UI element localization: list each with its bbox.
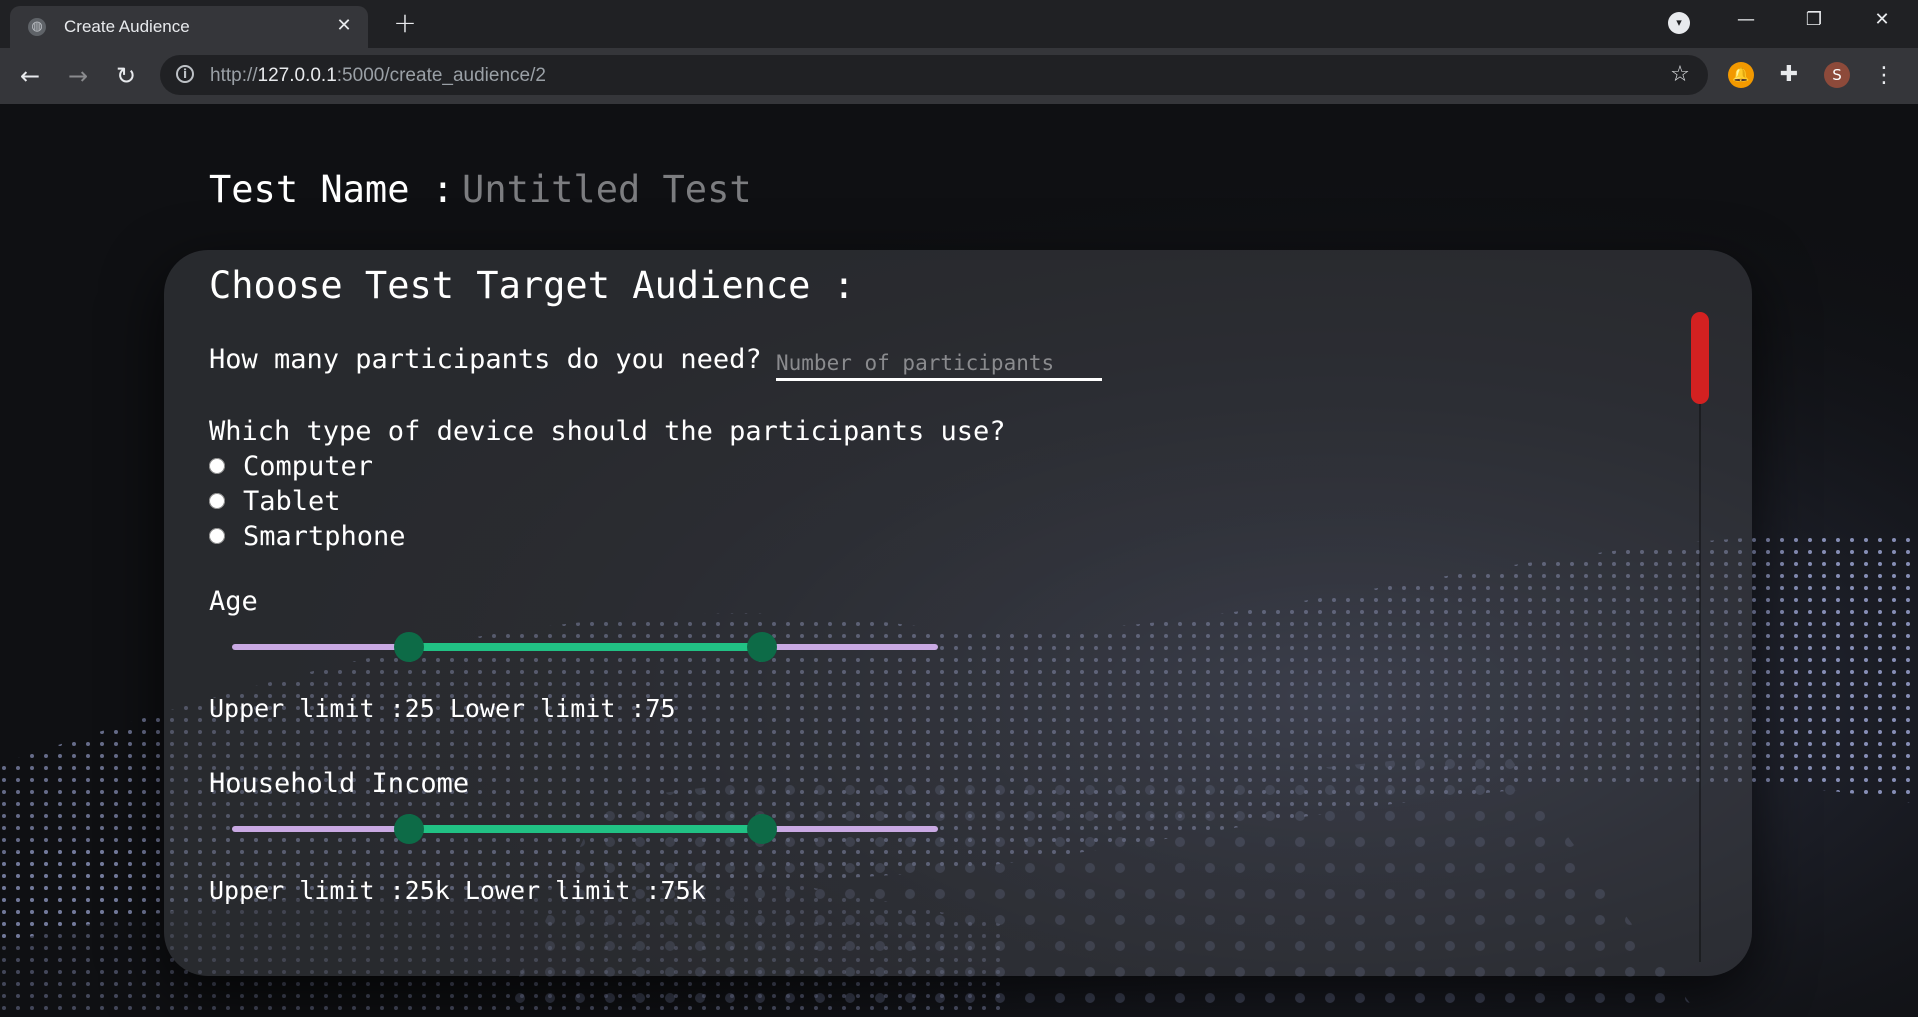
test-name-label: Test Name : xyxy=(209,168,455,211)
bookmark-star-icon[interactable]: ☆ xyxy=(1666,61,1694,89)
age-range-slider[interactable] xyxy=(232,632,938,662)
restore-button[interactable]: ❐ xyxy=(1782,0,1846,40)
test-name-heading: Test Name : Untitled Test xyxy=(209,168,752,211)
audience-card: Choose Test Target Audience : How many p… xyxy=(164,250,1752,976)
age-label: Age xyxy=(209,586,258,617)
browser-toolbar: ← → ↻ i http://127.0.0.1:5000/create_aud… xyxy=(0,48,1918,104)
card-title: Choose Test Target Audience : xyxy=(209,264,856,307)
globe-icon: ◍ xyxy=(28,18,46,36)
household-income-label: Household Income xyxy=(209,768,470,799)
income-high-handle[interactable] xyxy=(746,814,777,844)
slider-selected-range xyxy=(408,825,762,833)
device-option-computer[interactable]: Computer xyxy=(209,450,373,482)
tab-create-audience[interactable]: ◍ Create Audience ✕ xyxy=(10,6,368,48)
age-limits-text: Upper limit :25 Lower limit :75 xyxy=(209,694,676,723)
device-question: Which type of device should the particip… xyxy=(209,416,1006,447)
back-icon[interactable]: ← xyxy=(14,60,46,92)
new-tab-button[interactable]: + xyxy=(390,8,420,38)
close-window-button[interactable]: ✕ xyxy=(1850,0,1914,40)
device-option-smartphone[interactable]: Smartphone xyxy=(209,520,406,552)
close-tab-icon[interactable]: ✕ xyxy=(332,14,356,38)
tab-title: Create Audience xyxy=(64,17,190,36)
address-bar[interactable]: i http://127.0.0.1:5000/create_audience/… xyxy=(160,55,1708,95)
scrollbar-track[interactable] xyxy=(1699,404,1701,962)
tab-strip: ◍ Create Audience ✕ + ▾ — ❐ ✕ xyxy=(0,0,1918,48)
age-low-handle[interactable] xyxy=(393,632,424,662)
reload-icon[interactable]: ↻ xyxy=(110,60,142,92)
device-label-tablet: Tablet xyxy=(243,485,341,517)
extensions-puzzle-icon[interactable]: ✚ xyxy=(1776,62,1802,88)
participants-input[interactable] xyxy=(776,348,1102,381)
bell-extension-icon[interactable]: 🔔 xyxy=(1728,62,1754,88)
page-content: Test Name : Untitled Test Choose Test Tar… xyxy=(0,104,1918,1017)
site-info-icon[interactable]: i xyxy=(176,65,194,83)
device-option-tablet[interactable]: Tablet xyxy=(209,485,341,517)
url-scheme: http:// xyxy=(210,65,258,86)
browser-menu-icon[interactable]: ⋮ xyxy=(1870,60,1898,92)
radio-tablet[interactable] xyxy=(209,493,225,509)
slider-selected-range xyxy=(408,643,762,651)
url-text[interactable]: http://127.0.0.1:5000/create_audience/2 xyxy=(210,65,546,87)
minimize-button[interactable]: — xyxy=(1714,0,1778,40)
device-label-smartphone: Smartphone xyxy=(243,520,406,552)
income-limits-text: Upper limit :25k Lower limit :75k xyxy=(209,876,706,905)
test-name-value[interactable]: Untitled Test xyxy=(462,168,752,211)
profile-avatar[interactable]: S xyxy=(1824,62,1850,88)
radio-smartphone[interactable] xyxy=(209,528,225,544)
url-path: :5000/create_audience/2 xyxy=(336,65,546,86)
income-low-handle[interactable] xyxy=(393,814,424,844)
forward-icon[interactable]: → xyxy=(62,60,94,92)
tab-search-icon[interactable]: ▾ xyxy=(1668,12,1690,34)
url-host: 127.0.0.1 xyxy=(257,65,337,86)
participants-question: How many participants do you need? xyxy=(209,344,762,375)
age-high-handle[interactable] xyxy=(746,632,777,662)
radio-computer[interactable] xyxy=(209,458,225,474)
income-range-slider[interactable] xyxy=(232,814,938,844)
device-label-computer: Computer xyxy=(243,450,374,482)
scrollbar-thumb[interactable] xyxy=(1691,312,1709,404)
